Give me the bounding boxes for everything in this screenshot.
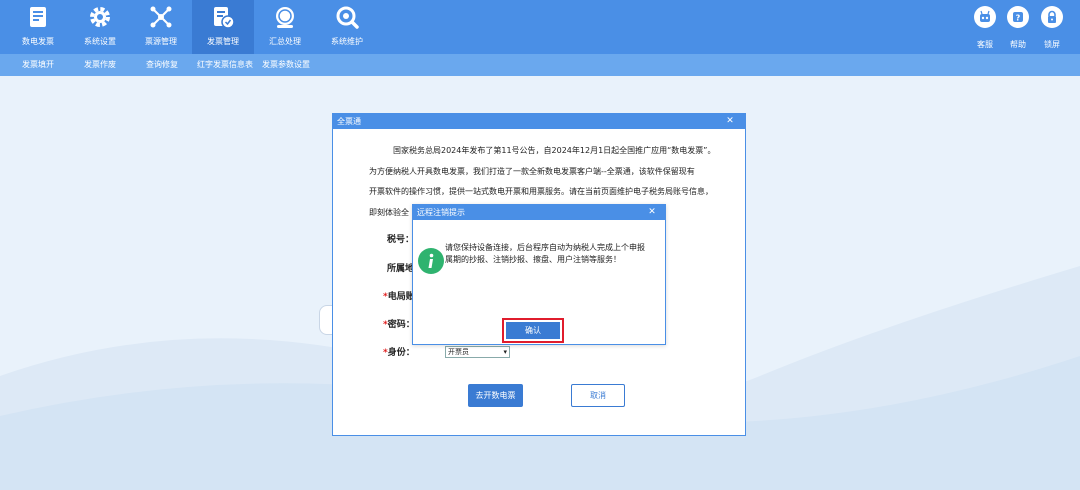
subnav-query-repair[interactable]: 查询修复: [146, 54, 178, 76]
lock-screen-button[interactable]: 锁屏: [1036, 6, 1068, 50]
close-icon[interactable]: ✕: [645, 205, 659, 220]
identity-label: *身份：: [383, 348, 415, 358]
invoice-manage-icon: [214, 7, 235, 29]
tax-number-label: 税号：: [387, 235, 415, 245]
nav-item-maintenance[interactable]: 系统维护: [316, 0, 378, 54]
cancel-button[interactable]: 取消: [571, 384, 625, 407]
subnav-invoice-void[interactable]: 发票作废: [84, 54, 116, 76]
modal-header: 远程注销提示 ✕: [413, 205, 665, 220]
subnav-invoice-params[interactable]: 发票参数设置: [262, 54, 310, 76]
nav-label: 系统维护: [331, 37, 363, 46]
gear-icon: [90, 7, 110, 27]
subnav-invoice-issue[interactable]: 发票填开: [22, 54, 54, 76]
dialog-title: 全票通: [337, 117, 361, 126]
modal-message-line-2: 属期的抄报、注销抄报、擦盘、用户注销等服务！: [445, 255, 621, 264]
maintenance-icon: [336, 6, 359, 29]
nav-item-summary[interactable]: 汇总处理: [254, 0, 316, 54]
nav-item-system-settings[interactable]: 系统设置: [69, 0, 131, 54]
modal-message-line-1: 请您保持设备连接，后台程序自动为纳税人完成上个申报: [445, 243, 645, 252]
customer-service-button[interactable]: 客服: [969, 6, 1001, 50]
nav-item-invoice-management[interactable]: 发票管理: [192, 0, 254, 54]
help-button[interactable]: ? 帮助: [1002, 6, 1034, 50]
announcement-line-4: 即刻体验全: [369, 208, 409, 217]
identity-select-value: 开票员: [448, 348, 469, 356]
remote-deregistration-modal: 远程注销提示 ✕ 请您保持设备连接，后台程序自动为纳税人完成上个申报 属期的抄报…: [412, 204, 666, 345]
identity-select[interactable]: 开票员 ▾: [445, 346, 510, 358]
top-navigation-bar: 数电发票 系统设置 票源管理 发票管理 汇总处理 系统维护 客服 ? 帮助 锁屏: [0, 0, 1080, 54]
network-icon: [150, 6, 172, 28]
svg-text:?: ?: [1016, 14, 1021, 23]
right-label: 帮助: [1010, 40, 1026, 49]
nav-label: 发票管理: [207, 37, 239, 46]
nav-label: 数电发票: [22, 37, 54, 46]
right-label: 锁屏: [1044, 40, 1060, 49]
lock-icon: [1048, 10, 1056, 23]
dialog-header: 全票通 ✕: [333, 114, 745, 129]
robot-icon: [980, 10, 990, 22]
info-icon: [418, 248, 444, 274]
announcement-line-2: 为方便纳税人开具数电发票，我们打造了一款全新数电发票客户端--全票通，该软件保留…: [369, 167, 695, 176]
confirm-button[interactable]: 确认: [506, 322, 560, 339]
right-label: 客服: [977, 40, 993, 49]
password-label: *密码：: [383, 320, 415, 330]
region-label: 所属地: [387, 264, 415, 274]
nav-item-ticket-source[interactable]: 票源管理: [130, 0, 192, 54]
side-panel-tab[interactable]: [319, 305, 333, 335]
announcement-line-1: 国家税务总局2024年发布了第11号公告，自2024年12月1日起全国推广应用“…: [393, 146, 716, 155]
close-icon[interactable]: ✕: [723, 114, 737, 129]
invoice-icon: [30, 7, 46, 27]
nav-item-digital-invoice[interactable]: 数电发票: [7, 0, 69, 54]
nav-label: 系统设置: [84, 37, 116, 46]
open-digital-invoice-button[interactable]: 去开数电票: [468, 384, 523, 407]
nav-label: 票源管理: [145, 37, 177, 46]
modal-title: 远程注销提示: [417, 208, 465, 217]
confirm-highlight: 确认: [502, 318, 564, 343]
subnav-red-invoice-form[interactable]: 红字发票信息表: [197, 54, 253, 76]
sub-navigation-bar: 发票填开 发票作废 查询修复 红字发票信息表 发票参数设置: [0, 54, 1080, 76]
tax-summary-icon: [276, 7, 294, 28]
announcement-line-3: 开票软件的操作习惯，提供一站式数电开票和用票服务。请在当前页面维护电子税务局账号…: [369, 187, 713, 196]
account-label: *电局账: [383, 292, 415, 302]
help-icon: ?: [1013, 12, 1023, 23]
chevron-down-icon: ▾: [503, 348, 507, 356]
nav-label: 汇总处理: [269, 37, 301, 46]
